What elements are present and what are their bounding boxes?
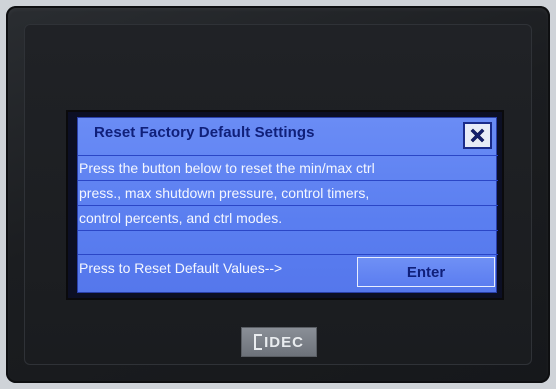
message-line-2: press., max shutdown pressure, control t…	[78, 180, 498, 205]
idec-logo: IDEC	[241, 327, 317, 357]
message-line-3: control percents, and ctrl modes.	[78, 205, 498, 230]
reset-defaults-dialog: Reset Factory Default Settings Press the…	[77, 117, 498, 293]
message-line-1: Press the button below to reset the min/…	[78, 155, 498, 180]
enter-button[interactable]: Enter	[357, 257, 495, 287]
close-x-icon	[470, 128, 485, 143]
close-button[interactable]	[463, 122, 492, 149]
logo-bracket-icon	[254, 334, 263, 350]
message-spacer	[78, 230, 498, 255]
reset-row: Press to Reset Default Values--> Enter	[78, 257, 498, 288]
logo-text: IDEC	[264, 333, 304, 351]
dialog-title: Reset Factory Default Settings	[94, 124, 315, 141]
reset-prompt-label: Press to Reset Default Values-->	[79, 260, 283, 276]
